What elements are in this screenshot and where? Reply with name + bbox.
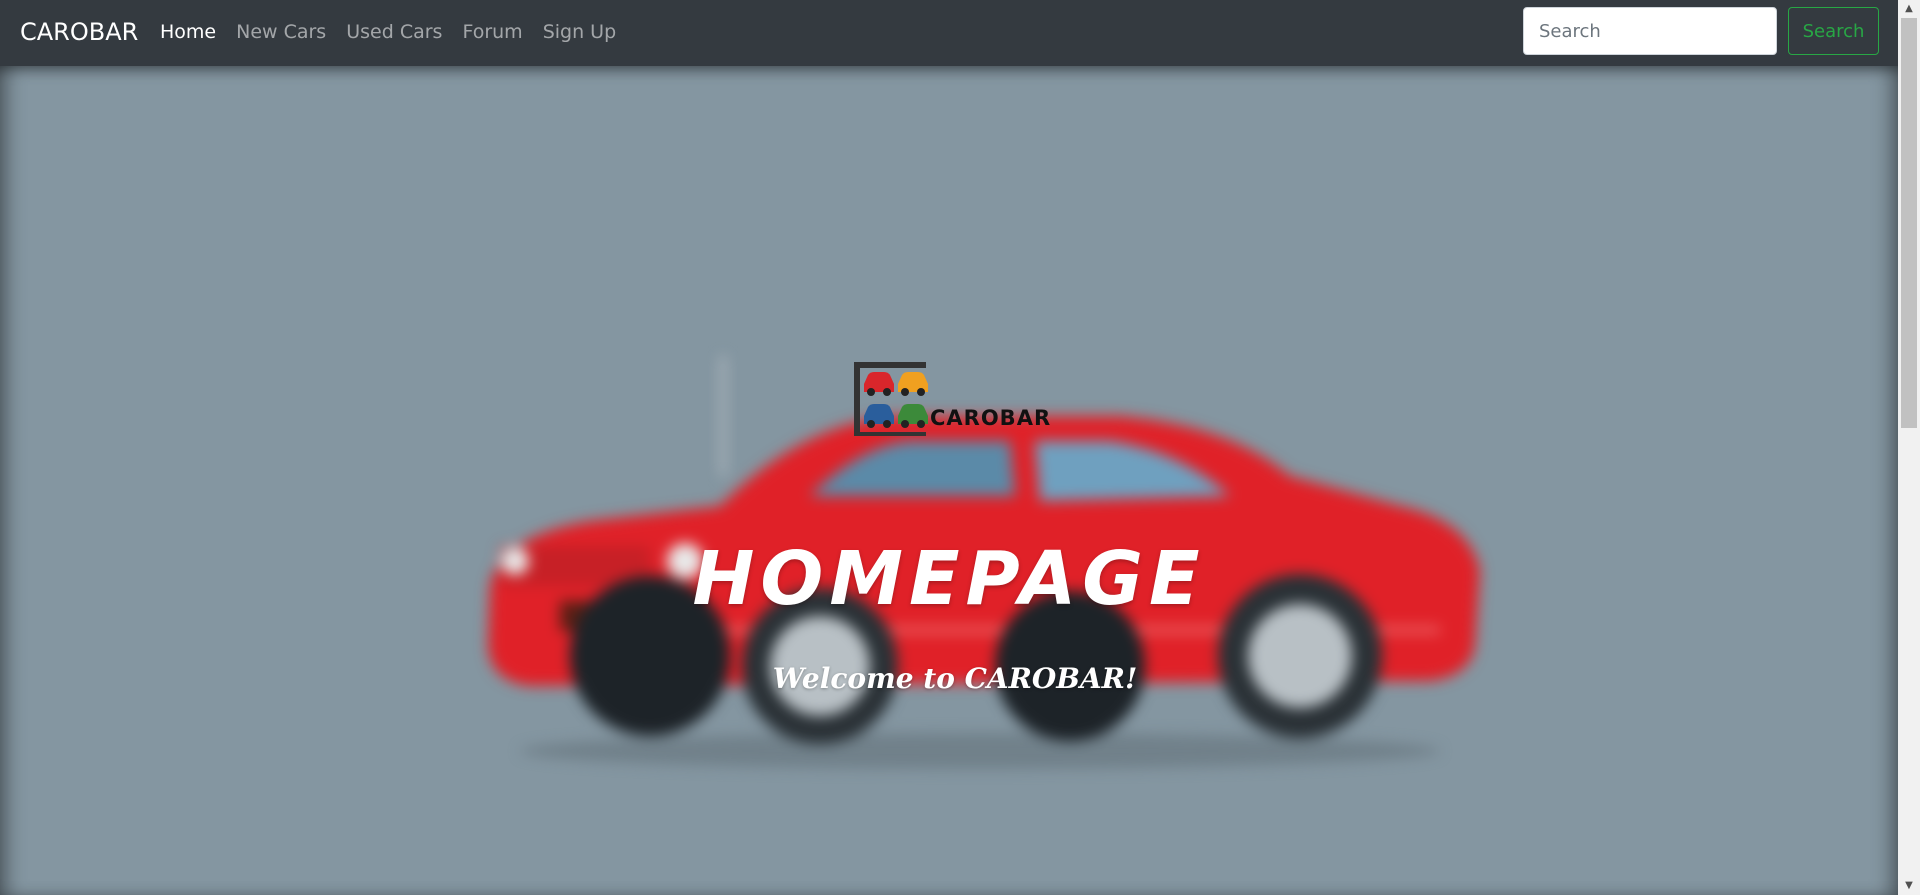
scroll-down-arrow-icon[interactable]: ▼ bbox=[1898, 877, 1920, 895]
scroll-thumb[interactable] bbox=[1901, 18, 1917, 428]
nav-link-forum[interactable]: Forum bbox=[462, 18, 522, 46]
brand-logo-link[interactable]: CAROBAR bbox=[20, 16, 138, 48]
main-nav: Home New Cars Used Cars Forum Sign Up bbox=[160, 18, 616, 46]
top-navbar: CAROBAR Home New Cars Used Cars Forum Si… bbox=[0, 0, 1898, 66]
nav-link-sign-up[interactable]: Sign Up bbox=[543, 18, 616, 46]
hero-subtitle: Welcome to CAROBAR! bbox=[772, 662, 1138, 695]
nav-link-home[interactable]: Home bbox=[160, 18, 216, 46]
search-input[interactable] bbox=[1523, 7, 1777, 55]
nav-link-used-cars[interactable]: Used Cars bbox=[346, 18, 442, 46]
hero-title: HOMEPAGE bbox=[692, 536, 1206, 622]
logo-wordmark: CAROBAR bbox=[930, 406, 1052, 430]
vertical-scrollbar[interactable]: ▲ ▼ bbox=[1898, 0, 1920, 895]
nav-link-new-cars[interactable]: New Cars bbox=[236, 18, 326, 46]
search-button[interactable]: Search bbox=[1788, 7, 1879, 55]
scroll-up-arrow-icon[interactable]: ▲ bbox=[1898, 0, 1920, 18]
hero-section: CAROBAR HOMEPAGE Welcome to CAROBAR! bbox=[0, 66, 1898, 895]
